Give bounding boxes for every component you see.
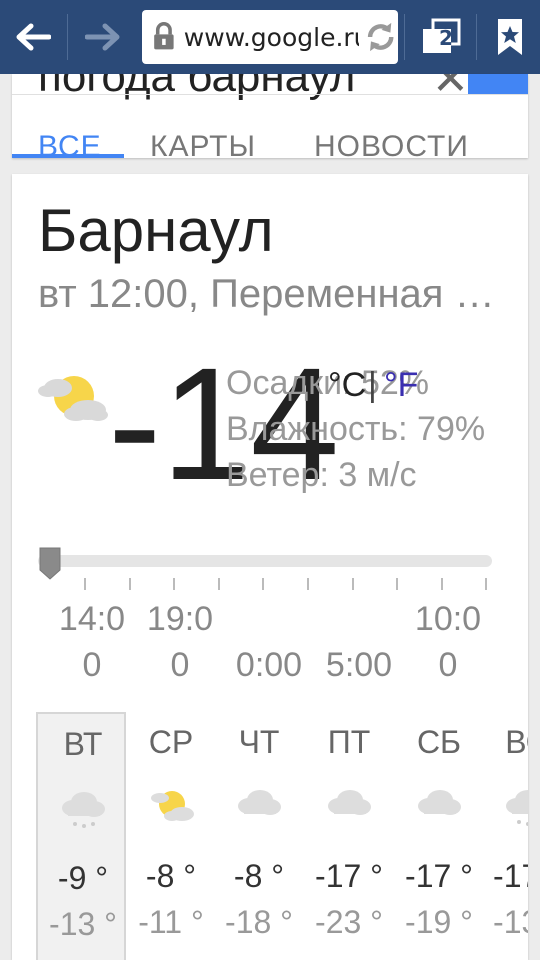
time-label-line2: 0 [170,646,190,684]
address-bar[interactable]: www.google.ru [142,10,398,64]
day-name: СР [148,724,194,760]
time-label-line2: 0 [438,646,458,684]
back-button[interactable] [0,0,66,74]
day-high-temp: -17 ° [405,858,473,894]
slider-tick [84,578,86,590]
day-low-temp: -11 ° [138,904,204,940]
forecast-day-5[interactable]: ВС -17 ° -13 ° [482,712,528,960]
slider-tick [217,578,220,590]
weather-subtitle: вт 12:00, Переменная облачность [38,272,508,316]
divider [12,94,528,95]
slider-handle[interactable] [38,546,62,580]
day-high-temp: -17 ° [493,858,528,894]
back-arrow-icon [16,23,51,51]
unit-separator: | [368,366,377,404]
tab-count: 2 [439,26,453,50]
time-label-line1: 19:0 [146,600,214,638]
day-low-temp: -13 ° [49,906,117,942]
forward-arrow-icon [85,23,120,51]
time-label-line1: 10:0 [414,600,482,638]
tab-maps[interactable]: КАРТЫ [150,130,256,158]
slider-tick [351,578,354,590]
bookmark-star-icon [498,19,522,55]
time-label-line1 [229,596,309,642]
time-slider[interactable] [38,555,492,567]
reload-icon[interactable] [363,17,398,57]
day-high-temp: -8 ° [233,858,285,894]
day-low-temp: -18 ° [225,904,293,940]
slider-tick [307,578,309,590]
time-label-line1: 14:0 [58,600,126,638]
forecast-day-0[interactable]: ВТ -9 ° -13 ° [36,712,126,960]
time-label[interactable]: 0:00 [229,596,309,688]
search-card: погода барнаул ✕ ВСЕ КАРТЫ НОВОСТИ [12,74,528,158]
humidity: Влажность: 79% [226,410,486,448]
unit-fahrenheit[interactable]: °F [384,366,418,405]
day-low-temp: -19 ° [405,904,473,940]
day-name: ВС [505,724,528,760]
snow-cloud-icon [60,788,106,834]
forecast-day-3[interactable]: ПТ -17 ° -23 ° [304,712,394,960]
time-label-line2: 0:00 [235,646,303,684]
forward-button[interactable] [72,0,134,74]
snow-cloud-icon [504,786,528,832]
forecast-day-2[interactable]: ЧТ -8 ° -18 ° [214,712,304,960]
wind: Ветер: 3 м/с [226,456,417,494]
time-label-line2: 5:00 [325,646,393,684]
unit-celsius[interactable]: °C [328,366,366,405]
forecast-day-1[interactable]: СР -8 ° -11 ° [126,712,216,960]
cloud-icon [416,786,462,832]
active-tab-indicator [12,154,124,158]
tabs-button[interactable]: 2 [408,0,474,74]
time-label-line2: 0 [82,646,102,684]
day-high-temp: -9 ° [57,860,109,896]
cloud-icon [326,786,372,832]
day-name: ЧТ [238,724,280,760]
bookmark-button[interactable] [480,0,540,74]
day-high-temp: -17 ° [315,858,383,894]
slider-tick [128,578,131,590]
url-text: www.google.ru [183,22,359,52]
cloud-icon [236,786,282,832]
day-high-temp: -8 ° [145,858,197,894]
slider-tick [262,578,265,590]
slider-tick [485,578,488,590]
forecast-day-4[interactable]: СБ -17 ° -19 ° [394,712,484,960]
time-label[interactable]: 14:0 0 [52,596,132,688]
clear-icon[interactable]: ✕ [432,74,469,105]
day-name: СБ [416,724,462,760]
slider-tick [173,578,176,590]
day-name: ВТ [63,726,103,762]
weather-card: Барнаул вт 12:00, Переменная облачность … [12,174,528,960]
day-low-temp: -13 ° [493,904,528,940]
partly-cloudy-icon [148,786,194,832]
time-label[interactable]: 5:00 [319,596,399,688]
day-name: ПТ [327,724,371,760]
time-label-line1 [319,596,399,642]
city-name: Барнаул [38,197,274,264]
browser-toolbar: www.google.ru 2 [0,0,540,74]
lock-icon [154,22,174,50]
tab-news[interactable]: НОВОСТИ [314,130,469,158]
day-low-temp: -23 ° [315,904,383,940]
slider-tick [396,578,399,590]
slider-tick [440,578,443,590]
search-query[interactable]: погода барнаул [38,74,355,102]
time-label[interactable]: 10:0 0 [408,596,488,688]
partly-cloudy-icon [38,376,108,421]
search-button[interactable] [468,74,528,94]
time-label[interactable]: 19:0 0 [140,596,220,688]
